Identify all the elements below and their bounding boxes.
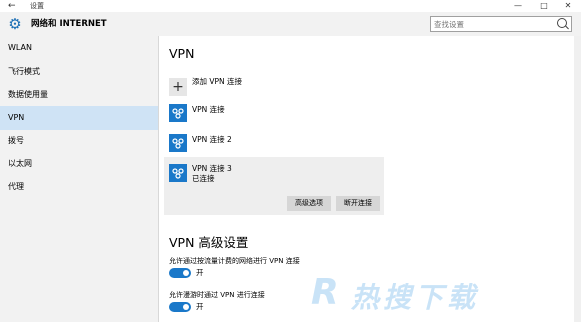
title-bar: ← 设置 — □ ✕ [0,0,581,12]
toggle-state-label: 开 [196,268,204,277]
add-vpn-label[interactable]: 添加 VPN 连接 [192,76,242,87]
page-title: 网络和 INTERNET [31,19,107,29]
disconnect-button[interactable]: 断开连接 [336,196,380,211]
vpn-connection-label[interactable]: VPN 连接 [192,104,225,115]
toggle-knob [183,270,189,276]
sidebar: WLAN 飞行模式 数据使用量 VPN 拨号 以太网 代理 [0,36,158,322]
watermark: R 热搜下载 [311,268,579,316]
sidebar-item-vpn[interactable]: VPN [0,106,158,130]
toggle-knob [183,304,189,310]
vpn-connection-icon[interactable] [169,104,187,122]
plus-icon: + [172,79,184,95]
back-arrow-icon[interactable]: ← [8,0,16,12]
section-title-vpn-advanced: VPN 高级设置 [169,235,249,250]
vpn-connection-icon[interactable] [169,164,187,182]
metered-network-toggle[interactable] [169,268,191,278]
roaming-toggle[interactable] [169,302,191,312]
sidebar-item-dial-up[interactable]: 拨号 [0,129,158,153]
watermark-text: 热搜下载 [351,281,480,314]
vpn-connection-label[interactable]: VPN 连接 2 [192,134,232,145]
watermark-logo: R [311,272,339,313]
connection-status: 已连接 [192,174,215,183]
add-vpn-button[interactable]: + [169,78,187,96]
toggle-state-label: 开 [196,302,204,311]
search-box[interactable] [430,16,572,32]
metered-network-option-label: 允许通过按流量计费的网络进行 VPN 连接 [169,257,300,265]
sidebar-item-wlan[interactable]: WLAN [0,36,158,60]
sidebar-item-proxy[interactable]: 代理 [0,175,158,199]
section-title-vpn: VPN [169,46,195,61]
minimize-button[interactable]: — [507,0,529,12]
search-icon[interactable] [557,18,567,28]
vpn-connection-icon[interactable] [169,134,187,152]
advanced-options-button[interactable]: 高级选项 [287,196,331,211]
maximize-button[interactable]: □ [533,0,555,12]
search-input[interactable] [434,17,552,31]
gear-icon: ⚙ [8,15,22,33]
roaming-option-label: 允许漫游时通过 VPN 进行连接 [169,291,265,299]
sidebar-item-airplane-mode[interactable]: 飞行模式 [0,60,158,84]
window-title: 设置 [30,2,44,10]
sidebar-item-data-usage[interactable]: 数据使用量 [0,83,158,107]
close-button[interactable]: ✕ [557,0,579,12]
sidebar-item-ethernet[interactable]: 以太网 [0,152,158,176]
